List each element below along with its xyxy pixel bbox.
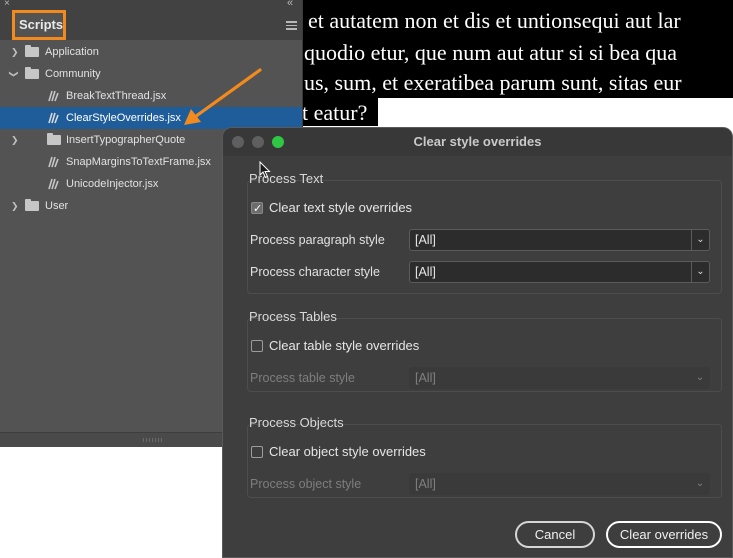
- select-value: [All]: [415, 371, 436, 385]
- tree-item-label: SnapMarginsToTextFrame.jsx: [66, 156, 211, 168]
- script-icon: [48, 90, 59, 102]
- tree-item-application[interactable]: ❯ Application: [0, 41, 302, 63]
- checkmark-icon: ✓: [253, 203, 263, 215]
- tree-item-label: BreakTextThread.jsx: [66, 90, 167, 102]
- chevron-down-icon[interactable]: ⌄: [691, 368, 709, 388]
- collapse-icon[interactable]: «: [287, 0, 293, 9]
- folder-icon: [47, 133, 61, 145]
- clear-style-overrides-dialog: Clear style overrides Process Text ✓ Cle…: [222, 127, 733, 558]
- paragraph-style-select[interactable]: [All] ⌄: [409, 229, 710, 251]
- chevron-down-icon[interactable]: ⌄: [691, 262, 709, 282]
- folder-icon: [25, 67, 39, 79]
- character-style-select[interactable]: [All] ⌄: [409, 261, 710, 283]
- chevron-right-icon[interactable]: ❯: [11, 129, 19, 151]
- tree-item-label: Application: [45, 46, 99, 58]
- document-line: et autatem non et dis et untionsequi aut…: [308, 8, 681, 33]
- folder-icon: [25, 199, 39, 211]
- cancel-button[interactable]: Cancel: [515, 521, 595, 548]
- checkbox-checked[interactable]: ✓: [251, 202, 263, 215]
- chevron-down-icon[interactable]: ⌄: [691, 474, 709, 494]
- process-tables-title: Process Tables: [249, 309, 337, 324]
- tree-item-label: UnicodeInjector.jsx: [66, 178, 159, 190]
- tree-item-label: Community: [45, 68, 101, 80]
- mouse-cursor-icon: [259, 161, 271, 179]
- script-icon: [48, 178, 59, 190]
- dialog-titlebar[interactable]: Clear style overrides: [223, 128, 732, 156]
- process-objects-title: Process Objects: [249, 415, 344, 430]
- checkbox-label: Clear text style overrides: [269, 200, 413, 215]
- tab-scripts[interactable]: Scripts: [12, 10, 66, 40]
- chevron-right-icon[interactable]: ❯: [11, 41, 19, 63]
- document-line: quodio etur, que num aut atur si si bea …: [304, 40, 678, 65]
- folder-icon: [25, 45, 39, 57]
- dialog-title: Clear style overrides: [413, 134, 542, 149]
- checkbox-label: Clear object style overrides: [269, 444, 426, 459]
- annotation-arrow-icon: [184, 68, 262, 125]
- table-style-label: Process table style: [250, 371, 355, 385]
- checkbox-unchecked[interactable]: [251, 446, 263, 458]
- chevron-right-icon[interactable]: ❯: [11, 195, 19, 217]
- character-style-label: Process character style: [250, 265, 380, 279]
- close-icon[interactable]: ×: [4, 0, 10, 9]
- chevron-down-icon[interactable]: ❯: [3, 70, 25, 78]
- select-value: [All]: [415, 265, 436, 279]
- script-icon: [48, 156, 59, 168]
- script-icon: [48, 112, 59, 124]
- table-style-select[interactable]: [All] ⌄: [409, 367, 710, 389]
- document-line: us, sum, et exeratibea parum sunt, sitas…: [304, 70, 682, 95]
- tree-item-label: ClearStyleOverrides.jsx: [66, 112, 181, 124]
- select-value: [All]: [415, 477, 436, 491]
- clear-overrides-button[interactable]: Clear overrides: [606, 521, 722, 548]
- object-style-label: Process object style: [250, 477, 362, 491]
- checkbox-label: Clear table style overrides: [269, 338, 420, 353]
- object-style-select[interactable]: [All] ⌄: [409, 473, 710, 495]
- paragraph-style-label: Process paragraph style: [250, 233, 385, 247]
- hamburger-menu-icon[interactable]: [286, 21, 297, 32]
- checkbox-unchecked[interactable]: [251, 340, 263, 352]
- chevron-down-icon[interactable]: ⌄: [691, 230, 709, 250]
- resize-grip-icon[interactable]: [143, 438, 163, 442]
- tree-item-label: User: [45, 200, 69, 212]
- document-line: t eatur?: [302, 100, 368, 125]
- select-value: [All]: [415, 233, 436, 247]
- panel-top-bar: × «: [0, 0, 302, 10]
- tree-item-label: InsertTypographerQuote: [66, 134, 186, 146]
